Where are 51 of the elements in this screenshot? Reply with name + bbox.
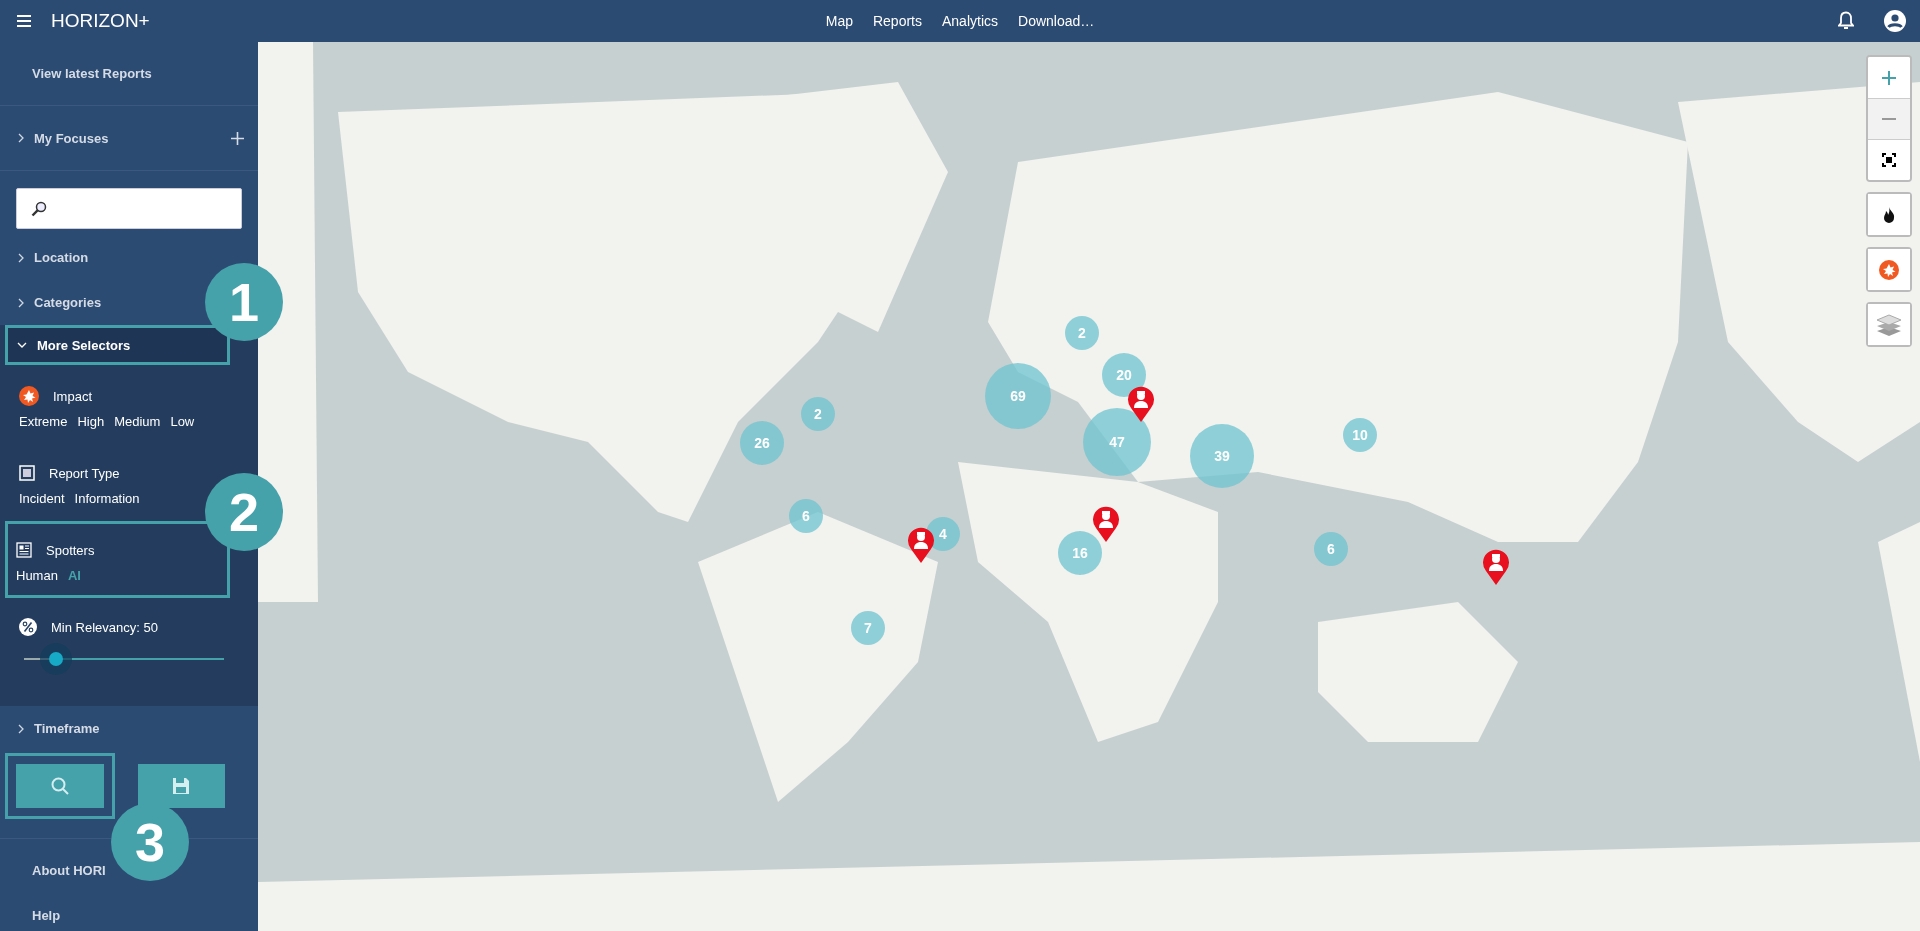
plus-icon[interactable] bbox=[231, 131, 244, 145]
section-header[interactable]: Categories bbox=[0, 280, 116, 325]
app-title: HORIZON+ bbox=[51, 10, 150, 32]
sidebar-link[interactable]: About HORI bbox=[32, 863, 106, 878]
account-icon[interactable] bbox=[1884, 10, 1906, 32]
heat-button[interactable] bbox=[1868, 194, 1910, 235]
bell-icon[interactable] bbox=[1838, 11, 1854, 31]
percent-icon bbox=[19, 618, 37, 636]
nav-link[interactable]: Reports bbox=[872, 13, 922, 29]
map-pin-icon[interactable] bbox=[907, 527, 935, 563]
filter-option[interactable]: High bbox=[77, 414, 105, 429]
selector-title: Min Relevancy: 50 bbox=[51, 619, 158, 635]
menu-icon[interactable] bbox=[17, 15, 31, 27]
relevancy-slider[interactable] bbox=[24, 649, 224, 669]
impact-button[interactable] bbox=[1868, 249, 1910, 290]
zoom-in-icon bbox=[1882, 70, 1896, 85]
filter-option[interactable]: Incident bbox=[19, 491, 65, 506]
fullscreen-button[interactable] bbox=[1868, 139, 1910, 180]
filter-option[interactable]: Medium bbox=[114, 414, 161, 429]
newspaper-icon bbox=[16, 542, 32, 558]
filter-option[interactable]: Low bbox=[170, 414, 195, 429]
section-header[interactable]: More Selectors bbox=[5, 325, 230, 365]
sidebar-link[interactable]: Help bbox=[32, 908, 61, 923]
map-pin-icon[interactable] bbox=[1092, 506, 1120, 542]
timeframe-item[interactable]: Timeframe bbox=[0, 706, 258, 751]
save-button[interactable] bbox=[137, 764, 225, 808]
search-field[interactable] bbox=[16, 188, 242, 229]
nav-link[interactable]: Download… bbox=[1018, 13, 1095, 29]
filter-option[interactable]: Information bbox=[74, 491, 140, 506]
document-icon bbox=[19, 465, 35, 481]
layers-button[interactable] bbox=[1868, 304, 1910, 345]
save-icon bbox=[172, 777, 191, 795]
nav-link[interactable]: Analytics bbox=[942, 13, 998, 29]
fullscreen-icon bbox=[1882, 153, 1896, 167]
selector-title: Impact bbox=[53, 388, 92, 404]
view-reports-link[interactable]: View latest Reports bbox=[32, 66, 152, 81]
filter-option[interactable]: Extreme bbox=[19, 414, 68, 429]
map-pin-icon[interactable] bbox=[1127, 386, 1155, 422]
filter-option[interactable]: Human bbox=[16, 568, 58, 583]
selector-title: Report Type bbox=[49, 465, 120, 481]
search-icon bbox=[31, 200, 47, 217]
selector-title: Spotters bbox=[46, 542, 95, 558]
filter-option[interactable]: AI bbox=[67, 568, 81, 583]
burst-icon bbox=[1879, 259, 1899, 280]
burst-icon bbox=[19, 386, 39, 406]
layers-icon bbox=[1876, 312, 1902, 337]
nav-link[interactable]: Map bbox=[825, 13, 853, 29]
search-icon bbox=[50, 777, 69, 795]
map-pin-icon[interactable] bbox=[1482, 549, 1510, 585]
flame-icon bbox=[1883, 206, 1895, 223]
section-header[interactable]: Location bbox=[0, 235, 103, 280]
